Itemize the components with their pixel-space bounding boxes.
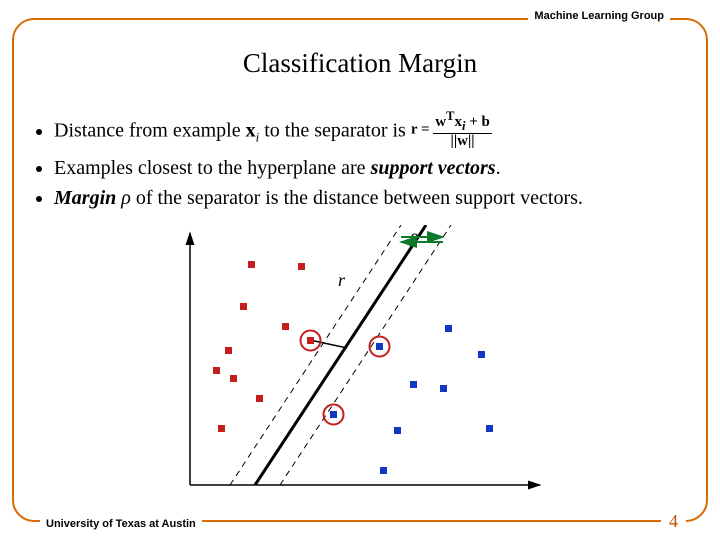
page-number: 4 (661, 511, 686, 532)
bullet-3-term: Margin (54, 187, 116, 209)
margin-diagram (170, 225, 550, 495)
margin-line-right (280, 225, 451, 485)
slide-title: Classification Margin (0, 48, 720, 79)
bullet-1-text-b: to the separator is (259, 120, 411, 142)
separator-line (255, 225, 426, 485)
left-class-points (213, 261, 305, 432)
formula-den: ||w|| (433, 134, 492, 150)
bullet-1: Distance from example xi to the separato… (54, 112, 692, 152)
bullet-2-text-a: Examples closest to the hyperplane are (54, 157, 371, 179)
bullet-3: Margin ρ of the separator is the distanc… (54, 184, 692, 212)
r-segment (310, 340, 347, 348)
footer-org: University of Texas at Austin (40, 518, 202, 530)
bullet-1-text-a: Distance from example (54, 120, 246, 142)
support-vectors (301, 331, 390, 425)
bullet-2-term: support vectors (371, 157, 496, 179)
bullet-1-var: x (246, 120, 256, 142)
formula-num: wTxi + b (433, 110, 492, 134)
bullet-2-text-b: . (496, 157, 501, 179)
distance-formula: r = wTxi + b ||w|| (411, 110, 492, 150)
formula-fraction: wTxi + b ||w|| (433, 110, 492, 150)
bullet-list: Distance from example xi to the separato… (34, 112, 692, 214)
bullet-2: Examples closest to the hyperplane are s… (54, 154, 692, 182)
right-class-points (380, 325, 493, 474)
header-group-label: Machine Learning Group (528, 10, 670, 22)
formula-lhs: r = (411, 121, 430, 137)
bullet-3-text: of the separator is the distance between… (136, 187, 583, 209)
bullet-3-rho: ρ (116, 187, 136, 209)
